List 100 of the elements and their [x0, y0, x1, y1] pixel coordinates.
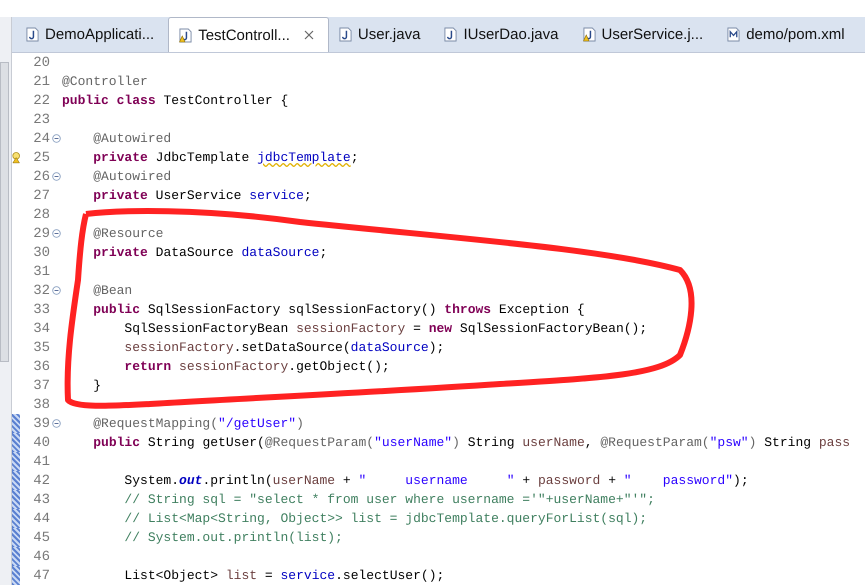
string-literal: "/getUser" [218, 416, 296, 431]
collapse-icon[interactable] [52, 419, 60, 428]
line-number: 45 [32, 530, 50, 546]
code-text: String getUser( [148, 435, 265, 450]
code-text: TestController { [163, 93, 288, 108]
variable-name: sessionFactory [296, 321, 406, 336]
line-number: 37 [32, 378, 50, 394]
xml-file-icon [727, 27, 740, 42]
keyword: class [116, 93, 156, 108]
line-number: 44 [32, 510, 50, 526]
java-file-icon [338, 27, 352, 42]
code-text: JdbcTemplate [156, 150, 250, 165]
code-text: System. [124, 473, 180, 488]
line-number: 40 [32, 434, 50, 450]
code-text: = [413, 321, 422, 336]
annotation: @RequestMapping( [93, 416, 218, 431]
keyword: public [93, 435, 140, 450]
scrollbar[interactable] [0, 62, 9, 362]
code-text: String [764, 435, 812, 450]
keyword: private [93, 188, 148, 203]
line-number: 36 [32, 358, 50, 374]
keyword: throws [444, 302, 492, 317]
variable-name: sessionFactory [179, 359, 288, 374]
code-text: } [93, 378, 102, 393]
line-number: 33 [32, 302, 50, 318]
editor-tab[interactable]: DemoApplicati... [16, 17, 168, 52]
line-number: 38 [32, 396, 50, 412]
editor-tab[interactable]: TestControll... [168, 17, 329, 52]
code-text: .getObject(); [288, 359, 390, 374]
annotation: @RequestParam( [264, 435, 374, 450]
string-literal: " username " [358, 473, 515, 488]
line-number: 21 [32, 74, 50, 90]
editor-tab[interactable]: IUserDao.java [434, 17, 572, 52]
annotation: @Bean [93, 283, 132, 298]
code-text: = [264, 568, 274, 583]
field-name: dataSource [241, 245, 320, 260]
editor-tab[interactable]: UserService.j... [572, 17, 718, 52]
collapse-icon[interactable] [52, 172, 60, 181]
code-text: ; [350, 150, 358, 165]
code-comment: // List<Map<String, Object>> list = jdbcTemplate.queryForList(sql); [124, 511, 648, 526]
string-literal: " password" [624, 473, 734, 488]
editor-tab[interactable]: User.java [328, 17, 434, 52]
collapse-icon[interactable] [52, 229, 60, 238]
code-comment: // String sql = "select * from user where username ='"+userName+"'"; [124, 492, 655, 507]
field-name: jdbcTemplate [257, 150, 351, 165]
java-file-icon [444, 27, 458, 42]
line-number: 22 [32, 92, 50, 108]
annotation: ) [452, 435, 460, 450]
field-name: service [280, 568, 336, 583]
line-number: 28 [32, 206, 50, 222]
code-text: ; [304, 188, 312, 203]
code-text: ); [428, 340, 444, 355]
code-text: SqlSessionFactoryBean(); [460, 321, 648, 336]
code-text: List<Object> [124, 568, 220, 583]
line-number: 31 [32, 264, 50, 280]
code-text: , [584, 435, 594, 450]
variable-name: password [538, 473, 600, 488]
static-field: out [179, 473, 202, 488]
line-number: 34 [32, 320, 50, 336]
line-number: 23 [32, 112, 50, 128]
code-text: SqlSessionFactoryBean [124, 321, 290, 336]
annotation: ) [296, 416, 304, 431]
line-number: 26 [32, 168, 50, 184]
variable-name: userName [522, 435, 585, 450]
code-text: ); [733, 473, 749, 488]
code-text: String [468, 435, 516, 450]
line-number: 27 [32, 188, 50, 204]
line-number: 46 [32, 548, 50, 564]
annotation: @Autowired [93, 169, 172, 184]
line-number: 35 [32, 340, 50, 356]
line-number: 32 [32, 282, 50, 298]
annotation: @Controller [62, 74, 148, 89]
variable-name: list [226, 568, 258, 583]
code-text: .setDataSource( [234, 340, 351, 355]
annotation: @RequestParam( [600, 435, 710, 450]
line-number: 43 [32, 492, 50, 508]
line-number: 47 [32, 568, 50, 584]
variable-name: sessionFactory [124, 340, 234, 355]
variable-name: userName [272, 473, 336, 488]
keyword: public [93, 302, 140, 317]
code-text: .selectUser(); [335, 568, 444, 583]
collapse-icon[interactable] [52, 286, 60, 295]
close-icon[interactable] [304, 30, 314, 40]
code-text: ; [319, 245, 328, 260]
code-text: UserService [156, 188, 242, 203]
editor-tab[interactable]: demo/pom.xml [717, 17, 859, 52]
code-comment: // System.out.println(list); [124, 530, 343, 545]
line-number: 30 [32, 244, 50, 260]
line-number: 29 [32, 226, 50, 242]
keyword: private [93, 245, 148, 260]
code-text: SqlSessionFactory sqlSessionFactory() [148, 302, 438, 317]
string-literal: "psw" [710, 435, 749, 450]
code-text: Exception { [498, 302, 585, 317]
code-text: + [342, 473, 352, 488]
variable-name: pass [818, 435, 850, 450]
collapse-icon[interactable] [52, 134, 60, 143]
annotation: ) [748, 435, 756, 450]
java-file-icon [26, 27, 39, 42]
keyword: private [93, 150, 148, 165]
line-number: 41 [32, 454, 50, 470]
